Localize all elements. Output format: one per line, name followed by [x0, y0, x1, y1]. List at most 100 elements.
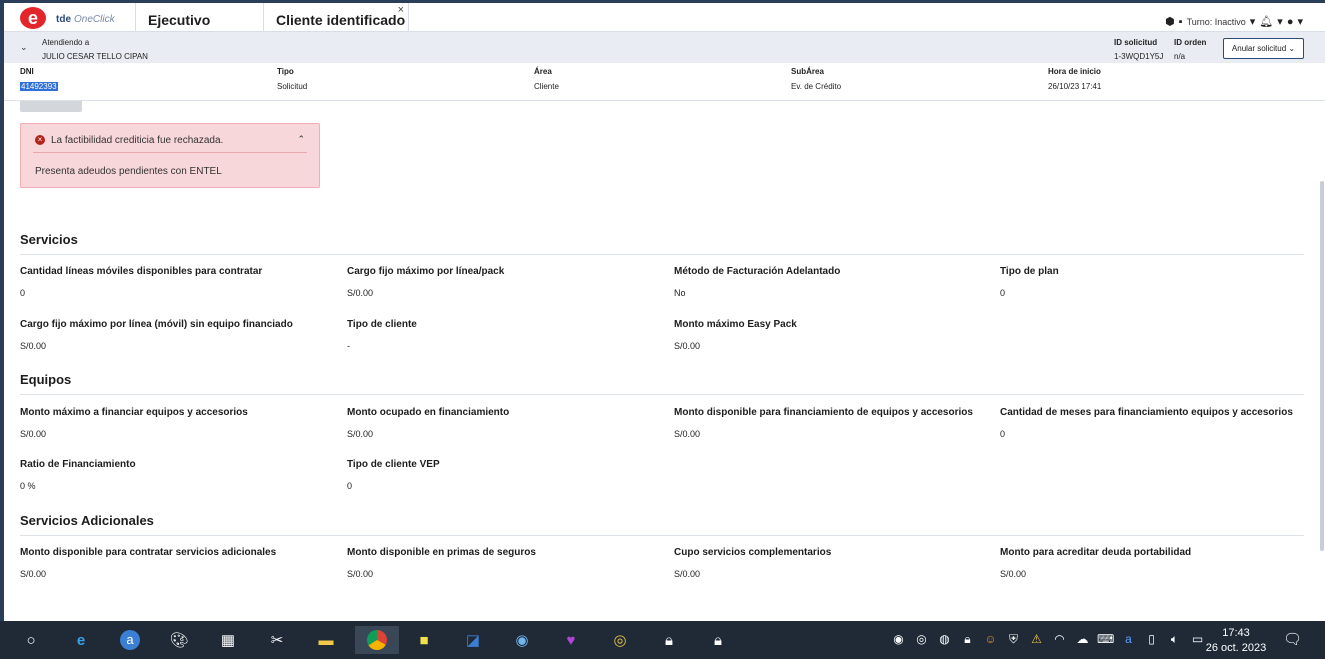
chevron-down-icon[interactable]: ▾ — [1297, 15, 1303, 28]
spiral-app-icon[interactable]: ◉ — [507, 626, 537, 654]
remote-app-icon[interactable]: ◪ — [458, 626, 488, 654]
tipo-value: Solicitud — [277, 82, 308, 91]
tab-cliente-identificado[interactable]: Cliente identificado × — [263, 3, 409, 32]
wifi-icon[interactable]: ◠ — [1051, 631, 1068, 648]
brand-text: tde OneClick — [56, 14, 115, 25]
field-label: Ratio de Financiamiento — [20, 459, 136, 470]
field-label: Monto máximo a financiar equipos y acces… — [20, 407, 248, 418]
windows-taskbar: ○ e a 🎨︎ ▦ ✂ ▬ ■ ◪ ◉ ♥ ◎ 🔒︎ 🔒︎ ◉ ◎ ◍ 🔒︎ … — [0, 621, 1325, 659]
tipo-label: Tipo — [277, 67, 294, 76]
chevron-down-icon[interactable]: ▾ — [1250, 15, 1256, 28]
tab-close-icon[interactable]: × — [398, 0, 404, 27]
file-explorer-icon[interactable]: ▬ — [311, 626, 341, 654]
volume-icon[interactable]: 🔈︎ — [1166, 631, 1183, 648]
lock-app-icon[interactable]: 🔒︎ — [654, 626, 684, 654]
id-orden-label: ID orden — [1174, 38, 1207, 47]
field-label: Tipo de cliente VEP — [347, 459, 440, 470]
app-window: e tde OneClick Ejecutivo Cliente identifi… — [0, 0, 1325, 621]
alert-divider — [33, 152, 307, 153]
top-bar: e tde OneClick Ejecutivo Cliente identifi… — [4, 3, 1325, 32]
customer-name: JULIO CESAR TELLO CIPAN — [42, 52, 148, 61]
area-label: Área — [534, 67, 552, 76]
calculator-icon[interactable]: ▦ — [213, 626, 243, 654]
app-a-tray-icon[interactable]: a — [1120, 631, 1137, 648]
credit-rejected-alert: × La factibilidad crediticia fue rechaza… — [20, 123, 320, 188]
field-label: Monto disponible en primas de seguros — [347, 547, 536, 558]
chevron-up-icon[interactable]: ⌃ — [297, 134, 305, 145]
scrollbar[interactable] — [1320, 181, 1324, 551]
subarea-label: SubÁrea — [791, 67, 824, 76]
clock-date: 26 oct. 2023 — [1205, 642, 1267, 654]
clock-time: 17:43 — [1222, 627, 1250, 639]
spiral-tray-icon[interactable]: ◎ — [913, 631, 930, 648]
hora-value: 26/10/23 17:41 — [1048, 82, 1102, 91]
tab-label: Ejecutivo — [148, 12, 211, 28]
section-title-equipos: Equipos — [20, 372, 72, 387]
bell-icon[interactable]: 🔔︎ — [1259, 15, 1273, 28]
hidden-button[interactable] — [20, 101, 82, 112]
attending-bar: ⌄ Atendiendo a JULIO CESAR TELLO CIPAN I… — [4, 32, 1325, 63]
alert-body: Presenta adeudos pendientes con ENTEL — [35, 166, 222, 177]
id-orden-value: n/a — [1174, 52, 1186, 61]
coin-tray-icon[interactable]: ◍ — [936, 631, 953, 648]
field-label: Método de Facturación Adelantado — [674, 266, 841, 277]
field-value: 0 % — [20, 481, 36, 491]
paint-icon[interactable]: 🎨︎ — [164, 626, 194, 654]
sticky-notes-icon[interactable]: ■ — [409, 626, 439, 654]
field-value: S/0.00 — [20, 341, 47, 351]
field-label: Cargo fijo máximo por línea (móvil) sin … — [20, 319, 293, 330]
cube-icon[interactable]: ⬢ — [1165, 15, 1175, 28]
profile-card-icon[interactable]: ▪ — [1179, 16, 1183, 28]
field-label: Tipo de cliente — [347, 319, 417, 330]
tab-label: Cliente identificado — [276, 12, 406, 28]
anular-label: Anular solicitud — [1231, 44, 1287, 53]
hora-label: Hora de inicio — [1048, 67, 1101, 76]
cloud-off-icon[interactable]: ☁ — [1074, 631, 1091, 648]
field-label: Cargo fijo máximo por línea/pack — [347, 266, 505, 277]
clock[interactable]: 17:43 26 oct. 2023 — [1200, 626, 1272, 656]
app-a-icon[interactable]: a — [115, 626, 145, 654]
id-solicitud-value: 1-3WQD1Y5J — [1114, 52, 1164, 61]
tab-ejecutivo[interactable]: Ejecutivo — [135, 3, 263, 32]
user-icon[interactable]: ● — [1287, 16, 1294, 28]
field-value: S/0.00 — [674, 429, 701, 439]
brand-name: tde — [56, 14, 71, 25]
lock-tray-icon[interactable]: 🔒︎ — [959, 631, 976, 648]
ie-icon[interactable]: e — [66, 626, 96, 654]
turno-status[interactable]: Turno: Inactivo — [1187, 17, 1246, 27]
field-value: 0 — [20, 288, 26, 298]
field-label: Monto disponible para financiamiento de … — [674, 407, 973, 418]
dni-label: DNI — [20, 67, 34, 76]
record-icon[interactable]: ◉ — [890, 631, 907, 648]
coin-app-icon[interactable]: ◎ — [605, 626, 635, 654]
field-value: 0 — [347, 481, 353, 491]
field-value: S/0.00 — [1000, 569, 1027, 579]
keyboard-icon[interactable]: ⌨ — [1097, 631, 1114, 648]
field-label: Monto disponible para contratar servicio… — [20, 547, 277, 558]
field-label: Tipo de plan — [1000, 266, 1059, 277]
notification-icon[interactable]: 🗨︎ — [1283, 630, 1302, 648]
smile-app-icon[interactable]: ☺ — [982, 631, 999, 648]
snipping-tool-icon[interactable]: ✂ — [262, 626, 292, 654]
chevron-down-icon[interactable]: ▾ — [1277, 15, 1283, 28]
request-info-row: DNI 41492393 Tipo Solicitud Área Cliente… — [4, 63, 1325, 101]
warning-icon[interactable]: ⚠ — [1028, 631, 1045, 648]
area-value: Cliente — [534, 82, 559, 91]
field-value: S/0.00 — [347, 288, 374, 298]
anular-solicitud-button[interactable]: Anular solicitud ⌄ — [1223, 38, 1304, 59]
shield-icon[interactable]: ⛨ — [1005, 631, 1022, 648]
section-title-servicios-adicionales: Servicios Adicionales — [20, 513, 154, 528]
chrome-icon[interactable] — [355, 626, 399, 654]
lock-app-icon[interactable]: 🔒︎ — [703, 626, 733, 654]
cortana-icon[interactable]: ○ — [16, 626, 46, 654]
app-v-icon[interactable]: ♥ — [556, 626, 586, 654]
document-icon[interactable]: ▯ — [1143, 631, 1160, 648]
field-value: - — [347, 341, 350, 351]
system-tray: ◉ ◎ ◍ 🔒︎ ☺ ⛨ ⚠ ◠ ☁ ⌨ a ▯ 🔈︎ ▭ — [890, 631, 1206, 648]
dni-value[interactable]: 41492393 — [20, 82, 58, 91]
top-right-tools: ⬢ ▪ Turno: Inactivo ▾ 🔔︎ ▾ ● ▾ — [1165, 15, 1303, 29]
field-value: 0 — [1000, 429, 1006, 439]
app-logo[interactable]: e — [20, 7, 50, 31]
collapse-chevron-icon[interactable]: ⌄ — [20, 42, 28, 53]
subarea-value: Ev. de Crédito — [791, 82, 842, 91]
